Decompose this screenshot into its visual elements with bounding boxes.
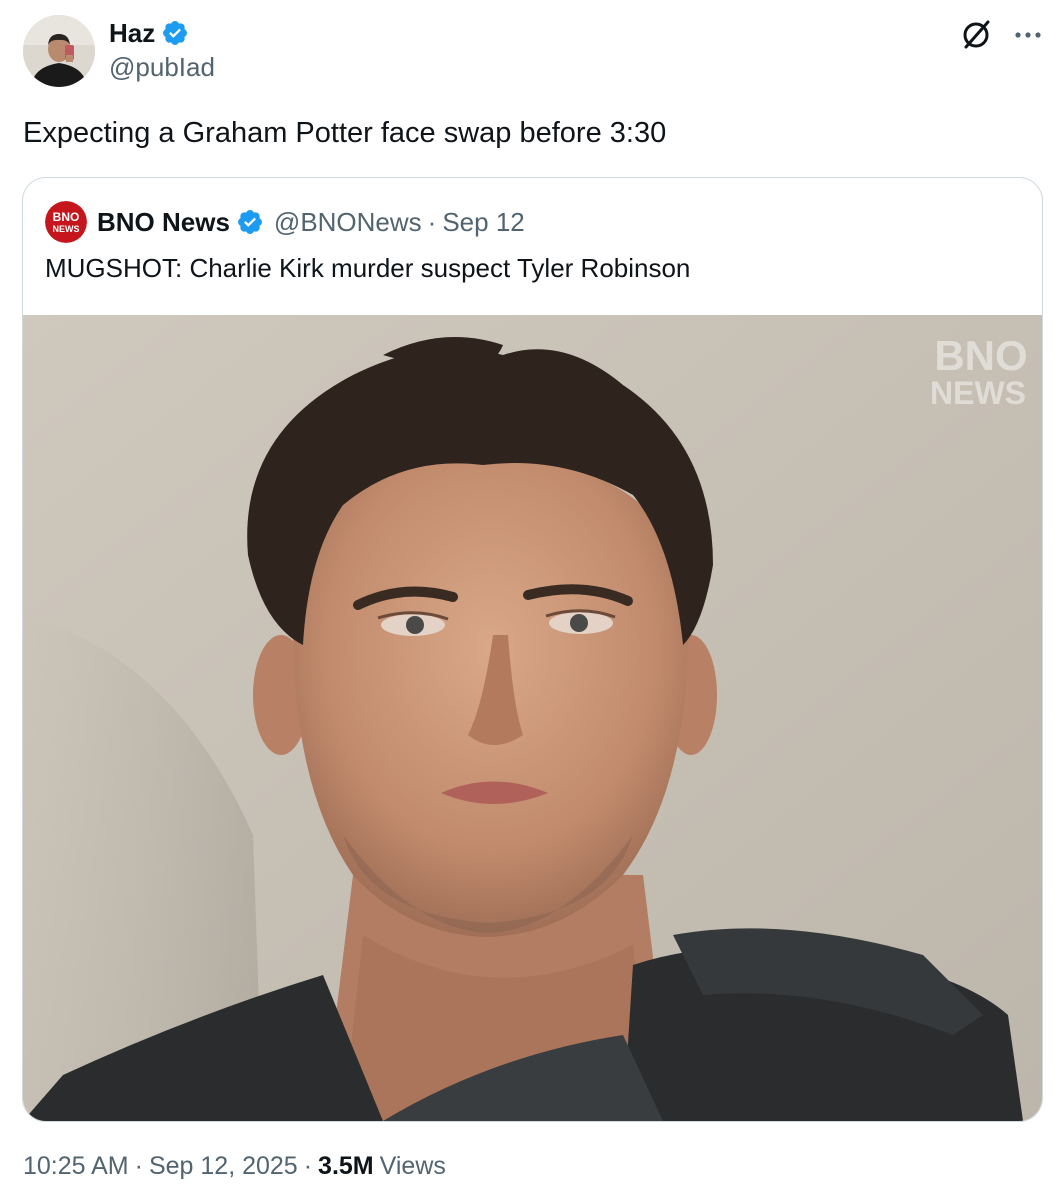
quoted-author-name[interactable]: BNO News (97, 207, 230, 238)
quoted-tweet-photo[interactable]: BNO NEWS (23, 315, 1042, 1121)
author-avatar[interactable] (23, 15, 95, 87)
tweet: Haz @pubIad Expecting a Graham Potter fa… (0, 0, 1064, 1204)
author-name[interactable]: Haz (109, 18, 155, 49)
bno-avatar[interactable]: BNO NEWS (45, 201, 87, 243)
tweet-time[interactable]: 10:25 AM (23, 1152, 129, 1181)
views-label: Views (379, 1152, 446, 1180)
separator-dot: · (427, 206, 437, 237)
grok-icon[interactable] (957, 14, 997, 54)
photo-watermark-line1: BNO (934, 332, 1027, 379)
author-name-row[interactable]: Haz (109, 16, 189, 50)
quoted-tweet-header: BNO NEWS BNO News @BNONews · Sep 12 (45, 201, 525, 243)
separator-dot: · (303, 1152, 313, 1180)
quoted-author-handle[interactable]: @BNONews (274, 207, 422, 238)
quoted-tweet-text: MUGSHOT: Charlie Kirk murder suspect Tyl… (45, 253, 691, 283)
tweet-date[interactable]: Sep 12, 2025 (149, 1152, 298, 1181)
views-count[interactable]: 3.5M (318, 1152, 374, 1181)
tweet-metadata: 10:25 AM · Sep 12, 2025 · 3.5M Views (23, 1152, 446, 1181)
verified-badge-icon (163, 21, 188, 45)
tweet-text: Expecting a Graham Potter face swap befo… (23, 117, 667, 149)
quoted-tweet-date[interactable]: Sep 12 (442, 207, 524, 238)
quoted-tweet[interactable]: BNO NEWS BNO News @BNONews · Sep 12 MUGS… (22, 177, 1043, 1122)
more-icon[interactable] (1008, 14, 1048, 54)
bno-avatar-line1: BNO (53, 210, 80, 224)
bno-avatar-line2: NEWS (53, 224, 80, 234)
photo-watermark-line2: NEWS (930, 375, 1026, 411)
author-handle[interactable]: @pubIad (109, 52, 215, 83)
verified-badge-icon (237, 210, 262, 234)
separator-dot: · (134, 1152, 143, 1180)
